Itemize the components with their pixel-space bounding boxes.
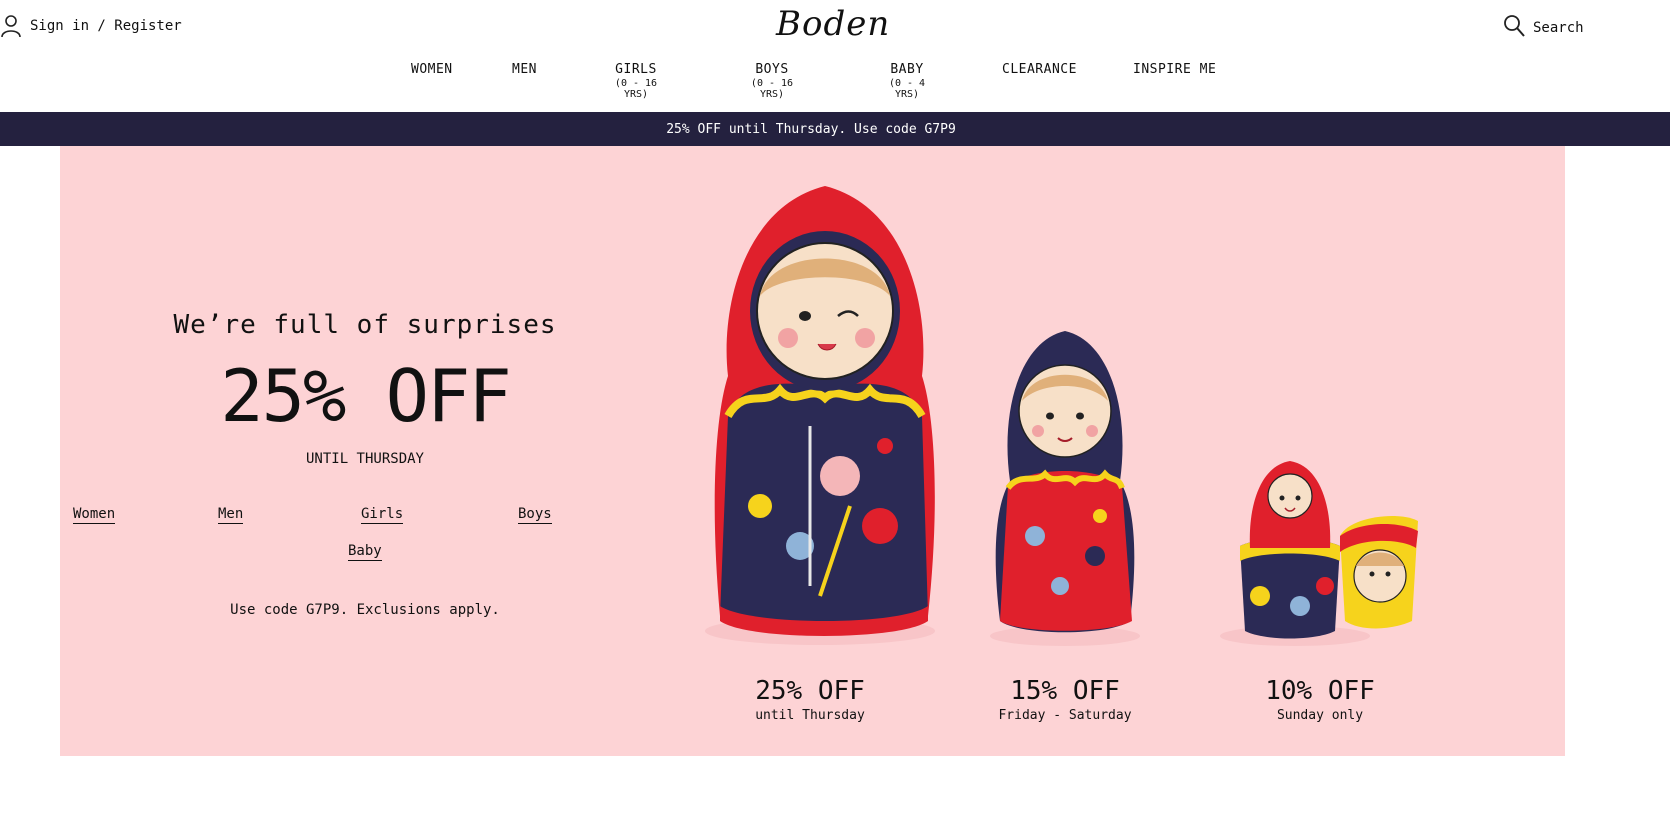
nav-item-boys[interactable]: BOYS (0 - 16 YRS): [736, 62, 808, 100]
small-doll: [1220, 461, 1418, 646]
promo-text: 25% OFF until Thursday. Use code G7P9: [666, 121, 956, 137]
sign-in-label: Sign in / Register: [30, 18, 182, 34]
hero-offer: 25% OFF: [220, 354, 511, 438]
sign-in-register-link[interactable]: Sign in / Register: [0, 14, 182, 38]
doll-caption-3: 10% OFF Sunday only: [1260, 676, 1380, 723]
hero-copy: We’re full of surprises 25% OFF UNTIL TH…: [60, 146, 680, 756]
nav-label: INSPIRE ME: [1133, 62, 1217, 77]
medium-doll: [990, 331, 1140, 646]
nav-label: BABY: [890, 62, 924, 77]
nav-item-inspire-me[interactable]: INSPIRE ME: [1133, 62, 1216, 77]
nav-item-women[interactable]: WOMEN: [411, 62, 453, 77]
nav-label: GIRLS: [615, 62, 657, 77]
doll-period: until Thursday: [755, 708, 865, 723]
nav-sublabel: (0 - 16 YRS): [750, 78, 794, 100]
user-icon: [0, 14, 22, 38]
nav-sublabel: (0 - 4 YRS): [888, 78, 926, 100]
promo-code-note: Use code G7P9. Exclusions apply.: [230, 602, 500, 618]
doll-period: Sunday only: [1276, 708, 1364, 723]
shop-baby-link[interactable]: Baby: [348, 543, 382, 561]
shop-boys-link[interactable]: Boys: [518, 506, 552, 524]
site-header: Sign in / Register Boden Search WOMEN ME…: [0, 0, 1670, 112]
nav-item-men[interactable]: MEN: [512, 62, 537, 77]
nav-item-clearance[interactable]: CLEARANCE: [1002, 62, 1077, 77]
shop-men-link[interactable]: Men: [218, 506, 244, 524]
nav-label: MEN: [512, 62, 537, 77]
search-icon: [1503, 14, 1525, 42]
search-label: Search: [1533, 20, 1584, 36]
nav-sublabel: (0 - 16 YRS): [614, 78, 658, 100]
nav-item-baby[interactable]: BABY (0 - 4 YRS): [874, 62, 940, 100]
hero-tagline: We’re full of surprises: [173, 310, 557, 340]
search-button[interactable]: Search: [1503, 14, 1584, 42]
shop-women-link[interactable]: Women: [73, 506, 116, 524]
nav-label: BOYS: [755, 62, 789, 77]
shop-girls-link[interactable]: Girls: [361, 506, 404, 524]
doll-period: Friday - Saturday: [998, 708, 1132, 723]
boden-logo[interactable]: Boden: [776, 4, 890, 44]
matryoshka-dolls-illustration: [705, 186, 1418, 646]
promo-banner[interactable]: 25% OFF until Thursday. Use code G7P9: [0, 112, 1670, 146]
nav-item-girls[interactable]: GIRLS (0 - 16 YRS): [600, 62, 672, 100]
nav-label: CLEARANCE: [1002, 62, 1077, 77]
doll-caption-1: 25% OFF until Thursday: [750, 676, 870, 723]
hero-banner: We’re full of surprises 25% OFF UNTIL TH…: [60, 146, 1565, 756]
doll-discount: 25% OFF: [755, 676, 865, 706]
nav-label: WOMEN: [411, 62, 453, 77]
doll-discount: 10% OFF: [1265, 676, 1375, 706]
main-nav: WOMEN MEN GIRLS (0 - 16 YRS) BOYS (0 - 1…: [0, 62, 1670, 102]
hero-until: UNTIL THURSDAY: [305, 451, 424, 467]
doll-discount: 15% OFF: [1010, 676, 1120, 706]
doll-caption-2: 15% OFF Friday - Saturday: [995, 676, 1135, 723]
large-doll: [705, 186, 935, 645]
